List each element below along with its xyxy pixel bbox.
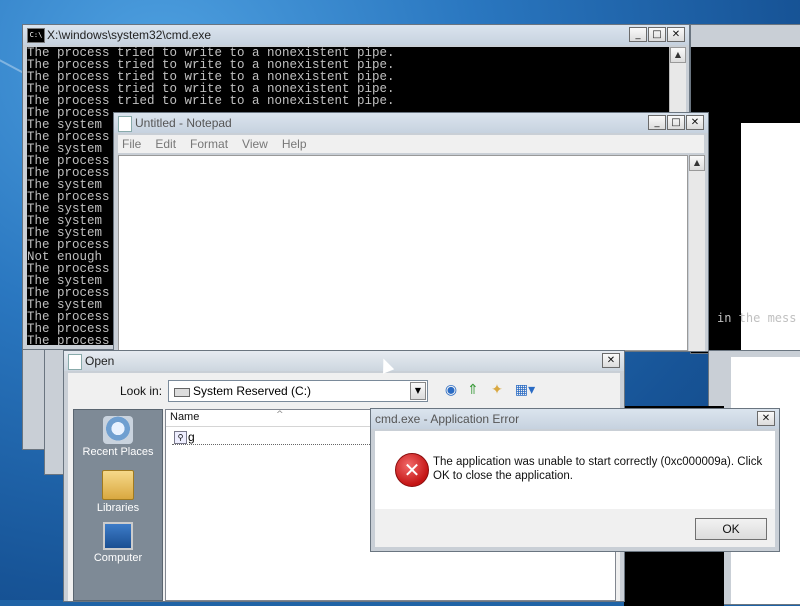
close-icon[interactable]: ✕: [602, 353, 620, 368]
libraries-icon: [102, 470, 134, 500]
notepad-icon: [68, 354, 82, 370]
scroll-up-icon[interactable]: ▲: [670, 47, 686, 63]
place-label: Computer: [93, 552, 143, 564]
cmd-output-line: The process tried to write to a nonexist…: [27, 94, 395, 108]
place-libraries[interactable]: Libraries: [74, 470, 162, 514]
maximize-icon[interactable]: □: [648, 27, 666, 42]
column-header-name[interactable]: Name: [170, 411, 199, 423]
sort-arrow-icon: ^: [276, 410, 284, 420]
recent-places-icon: [103, 416, 133, 444]
drive-icon: [174, 388, 190, 397]
maximize-icon[interactable]: □: [667, 115, 685, 130]
cmd-title: X:\windows\system32\cmd.exe: [47, 28, 212, 42]
background-console-text: in the mess: [717, 311, 797, 325]
place-label: Libraries: [96, 502, 140, 514]
error-caption-buttons: ✕: [757, 411, 775, 426]
notepad-menubar: File Edit Format View Help: [118, 135, 704, 153]
scroll-up-icon[interactable]: ▲: [689, 155, 705, 171]
menu-view[interactable]: View: [242, 137, 268, 151]
ok-button[interactable]: OK: [695, 518, 767, 540]
look-in-value: System Reserved (C:): [193, 384, 312, 398]
open-caption-buttons: ✕: [602, 353, 620, 368]
error-titlebar[interactable]: cmd.exe - Application Error ✕: [371, 409, 779, 429]
places-bar: Recent Places Libraries Computer: [73, 409, 163, 601]
error-title: cmd.exe - Application Error: [375, 412, 520, 426]
notepad-title: Untitled - Notepad: [135, 116, 232, 130]
error-icon: ✕: [395, 453, 429, 487]
place-computer[interactable]: Computer: [74, 522, 162, 564]
place-label: Recent Places: [82, 446, 154, 458]
back-icon[interactable]: ◉: [442, 381, 460, 399]
open-titlebar[interactable]: Open ✕: [64, 351, 624, 371]
error-dialog[interactable]: cmd.exe - Application Error ✕ ✕ The appl…: [370, 408, 780, 552]
error-footer: OK: [375, 509, 775, 547]
look-in-label: Look in:: [120, 384, 163, 398]
close-icon[interactable]: ✕: [667, 27, 685, 42]
menu-format[interactable]: Format: [190, 137, 228, 151]
view-menu-icon[interactable]: ▦▾: [512, 381, 538, 399]
notepad-caption-buttons: _ □ ✕: [648, 115, 704, 130]
cmd-icon: C:\: [27, 28, 45, 43]
cmd-caption-buttons: _ □ ✕: [629, 27, 685, 42]
menu-edit[interactable]: Edit: [155, 137, 176, 151]
notepad-titlebar[interactable]: Untitled - Notepad _ □ ✕: [114, 113, 708, 133]
notepad-icon: [118, 116, 132, 132]
cmd-titlebar[interactable]: C:\ X:\windows\system32\cmd.exe _ □ ✕: [23, 25, 689, 45]
notepad-text-area[interactable]: [118, 155, 688, 351]
close-icon[interactable]: ✕: [686, 115, 704, 130]
up-folder-icon[interactable]: ⇑: [464, 381, 482, 399]
new-folder-icon[interactable]: ✦: [488, 381, 506, 399]
minimize-icon[interactable]: _: [629, 27, 647, 42]
chevron-down-icon[interactable]: ▼: [410, 382, 426, 400]
place-recent-places[interactable]: Recent Places: [74, 416, 162, 458]
menu-help[interactable]: Help: [282, 137, 307, 151]
file-icon: ⚲: [174, 431, 187, 444]
error-message: The application was unable to start corr…: [433, 456, 763, 482]
file-name: g: [188, 430, 195, 444]
notepad-scrollbar[interactable]: ▲: [689, 155, 705, 351]
minimize-icon[interactable]: _: [648, 115, 666, 130]
open-title: Open: [85, 354, 115, 368]
look-in-select[interactable]: System Reserved (C:) ▼: [168, 380, 428, 402]
close-icon[interactable]: ✕: [757, 411, 775, 426]
notepad-window[interactable]: Untitled - Notepad _ □ ✕ File Edit Forma…: [113, 112, 709, 352]
menu-file[interactable]: File: [122, 137, 141, 151]
list-item[interactable]: ⚲ g: [172, 430, 372, 445]
computer-icon: [103, 522, 133, 550]
error-body: ✕ The application was unable to start co…: [375, 431, 775, 509]
